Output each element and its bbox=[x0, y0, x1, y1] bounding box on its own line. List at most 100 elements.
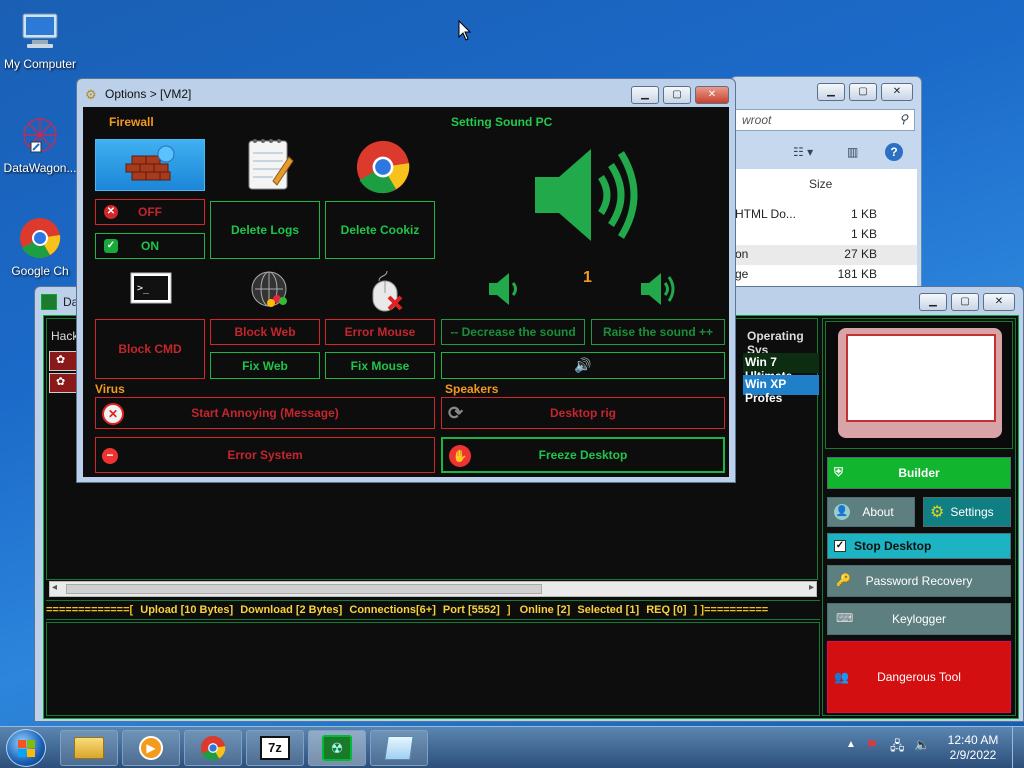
windows-logo-icon bbox=[17, 739, 35, 757]
decrease-sound-button[interactable]: -- Decrease the sound bbox=[441, 319, 585, 345]
explorer-file-list: Size HTML Do... 1 KB 1 KB on 27 KB ge 18… bbox=[735, 169, 917, 292]
client-flag-icon: ✿ bbox=[56, 376, 66, 388]
show-hidden-icons-button[interactable]: ▲ bbox=[846, 739, 856, 750]
desktop-icon-datawagon[interactable]: DataWagon... bbox=[0, 112, 80, 175]
volume-icon[interactable]: 🔈 bbox=[914, 737, 930, 753]
builder-button[interactable]: ⛨ Builder bbox=[827, 457, 1011, 489]
desktop-rig-label: Desktop rig bbox=[549, 406, 616, 420]
main-minimize-button[interactable]: ▁ bbox=[919, 293, 947, 311]
main-maximize-button[interactable]: ▢ bbox=[951, 293, 979, 311]
about-label: About bbox=[862, 505, 894, 519]
speaker-quiet-icon bbox=[487, 271, 523, 310]
status-prefix: =============[ bbox=[46, 604, 134, 616]
error-mouse-button[interactable]: Error Mouse bbox=[325, 319, 435, 345]
scroll-left-arrow-icon[interactable]: ◂ bbox=[52, 582, 57, 593]
status-upload: Upload [10 Bytes] bbox=[140, 604, 234, 616]
delete-logs-button[interactable]: Delete Logs bbox=[210, 201, 320, 259]
desktop-icon-label: Google Ch bbox=[11, 264, 69, 278]
stop-desktop-checkbox[interactable]: ✓ bbox=[834, 540, 846, 552]
on-label: ON bbox=[141, 239, 159, 253]
help-icon[interactable]: ? bbox=[885, 143, 903, 161]
client-row[interactable]: ✿ bbox=[49, 373, 79, 393]
status-separator: ] bbox=[506, 604, 511, 616]
taskbar-7zip-button[interactable]: 7z bbox=[246, 730, 304, 766]
taskbar-media-player-button[interactable]: ▶ bbox=[122, 730, 180, 766]
scrollbar-thumb[interactable] bbox=[66, 584, 542, 594]
block-cmd-button[interactable]: Block CMD bbox=[95, 319, 205, 379]
start-annoying-button[interactable]: ✕ Start Annoying (Message) bbox=[95, 397, 435, 429]
start-button[interactable] bbox=[6, 729, 46, 767]
firewall-title: Firewall bbox=[109, 115, 154, 129]
status-online: Online [2] bbox=[519, 604, 571, 616]
danger-users-icon: 👥 bbox=[834, 670, 849, 684]
status-bar: =============[ Upload [10 Bytes] Downloa… bbox=[46, 600, 820, 620]
fix-web-button[interactable]: Fix Web bbox=[210, 352, 320, 379]
sound-play-button[interactable]: 🔊 bbox=[441, 352, 725, 379]
speaker-large-icon bbox=[529, 143, 641, 250]
mouse-cursor-icon bbox=[458, 19, 472, 45]
x-circle-icon: ✕ bbox=[104, 205, 118, 219]
options-maximize-button[interactable]: ▢ bbox=[663, 86, 691, 104]
main-close-button[interactable]: ✕ bbox=[983, 293, 1015, 311]
taskbar-explorer-button[interactable] bbox=[60, 730, 118, 766]
taskbar-chrome-button[interactable] bbox=[184, 730, 242, 766]
raise-sound-button[interactable]: Raise the sound ++ bbox=[591, 319, 725, 345]
desktop-rig-button[interactable]: ⟳ Desktop rig bbox=[441, 397, 725, 429]
column-header-hack[interactable]: Hack bbox=[51, 329, 78, 343]
os-cell[interactable]: Win 7 Ultimate bbox=[743, 353, 819, 383]
media-player-icon: ▶ bbox=[139, 736, 163, 760]
action-center-icon[interactable]: ⚑ bbox=[866, 737, 878, 753]
os-cell-selected[interactable]: Win XP Profes bbox=[743, 375, 819, 405]
dangerous-tool-button[interactable]: 👥 Dangerous Tool bbox=[827, 641, 1011, 713]
scroll-right-arrow-icon[interactable]: ▸ bbox=[809, 582, 814, 593]
taskbar-notepad-button[interactable] bbox=[370, 730, 428, 766]
chrome-icon bbox=[17, 215, 63, 261]
options-close-button[interactable]: ✕ bbox=[695, 86, 729, 104]
password-recovery-button[interactable]: 🔑 Password Recovery bbox=[827, 565, 1011, 597]
explorer-search-box[interactable]: wroot ⚲ bbox=[735, 109, 915, 131]
7zip-icon: 7z bbox=[260, 736, 290, 760]
log-panel[interactable] bbox=[46, 622, 820, 716]
delete-cookiz-button[interactable]: Delete Cookiz bbox=[325, 201, 435, 259]
file-size: 1 KB bbox=[850, 207, 877, 221]
settings-button[interactable]: ⚙ Settings bbox=[923, 497, 1011, 527]
file-row[interactable]: ge 181 KB bbox=[735, 265, 917, 285]
chrome-icon bbox=[200, 735, 226, 761]
desktop-preview[interactable] bbox=[825, 321, 1013, 449]
explorer-minimize-button[interactable]: ▁ bbox=[817, 83, 845, 101]
size-column-header[interactable]: Size bbox=[809, 177, 832, 191]
client-flag-icon: ✿ bbox=[56, 354, 66, 366]
options-minimize-button[interactable]: ▁ bbox=[631, 86, 659, 104]
explorer-close-button[interactable]: ✕ bbox=[881, 83, 913, 101]
notepad-icon bbox=[384, 736, 414, 760]
off-label: OFF bbox=[138, 205, 162, 219]
horizontal-scrollbar[interactable]: ◂ ▸ bbox=[49, 581, 817, 597]
explorer-toolbar: ☷ ▾ ▥ ? bbox=[735, 139, 915, 169]
clock-time: 12:40 AM bbox=[947, 733, 999, 747]
desktop-icon-google-chrome[interactable]: Google Ch bbox=[0, 215, 80, 278]
error-system-button[interactable]: − Error System bbox=[95, 437, 435, 473]
stop-desktop-toggle[interactable]: ✓ Stop Desktop bbox=[827, 533, 1011, 559]
client-row[interactable]: ✿ bbox=[49, 351, 79, 371]
fix-mouse-button[interactable]: Fix Mouse bbox=[325, 352, 435, 379]
key-icon: 🔑 bbox=[836, 573, 851, 587]
about-button[interactable]: 👤 About bbox=[827, 497, 915, 527]
view-options-icon[interactable]: ☷ ▾ bbox=[793, 145, 813, 159]
firewall-off-button[interactable]: ✕ OFF bbox=[95, 199, 205, 225]
network-icon[interactable]: 🖧 bbox=[890, 737, 905, 759]
clock[interactable]: 12:40 AM 2/9/2022 bbox=[940, 733, 1006, 763]
show-desktop-button[interactable] bbox=[1012, 727, 1024, 768]
freeze-desktop-button[interactable]: ✋ Freeze Desktop bbox=[441, 437, 725, 473]
desktop-icon-my-computer[interactable]: My Computer bbox=[0, 8, 80, 71]
keylogger-button[interactable]: ⌨ Keylogger bbox=[827, 603, 1011, 635]
file-row[interactable]: 1 KB bbox=[735, 225, 917, 245]
keylogger-label: Keylogger bbox=[891, 612, 947, 626]
file-row[interactable]: on 27 KB bbox=[735, 245, 917, 265]
explorer-maximize-button[interactable]: ▢ bbox=[849, 83, 877, 101]
preview-pane-icon[interactable]: ▥ bbox=[847, 145, 858, 159]
file-row[interactable]: HTML Do... 1 KB bbox=[735, 205, 917, 225]
firewall-icon[interactable] bbox=[95, 139, 205, 191]
block-web-button[interactable]: Block Web bbox=[210, 319, 320, 345]
taskbar-rat-tool-button[interactable]: ☢ bbox=[308, 730, 366, 766]
firewall-on-button[interactable]: ✓ ON bbox=[95, 233, 205, 259]
